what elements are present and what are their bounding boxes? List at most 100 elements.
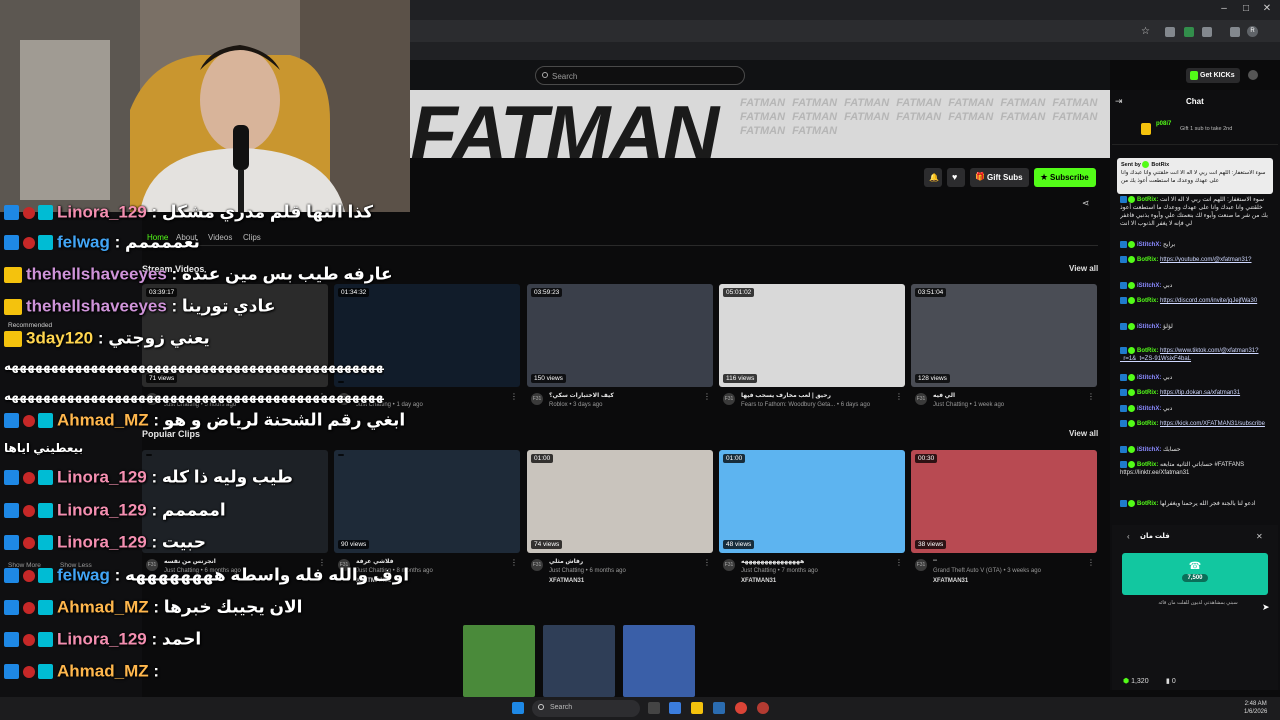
- file-explorer-icon[interactable]: [691, 702, 703, 714]
- chat-message-text[interactable]: https://discord.com/invite/jqJejfWa30: [1160, 298, 1257, 304]
- task-view-icon[interactable]: [648, 702, 660, 714]
- chat-username[interactable]: iStitchX:: [1137, 375, 1161, 381]
- sent-by-user[interactable]: BotRix: [1151, 162, 1169, 168]
- chat-username[interactable]: BotRix:: [1137, 348, 1158, 354]
- channel-avatar[interactable]: F31: [915, 393, 927, 405]
- more-options-icon[interactable]: ⋮: [1087, 392, 1095, 401]
- chat-username[interactable]: BotRix:: [1137, 390, 1158, 396]
- channel-avatar[interactable]: F31: [915, 559, 927, 571]
- category-thumbnail[interactable]: [463, 625, 535, 697]
- channel-avatar[interactable]: F31: [531, 393, 543, 405]
- tab-search-icon[interactable]: [1230, 27, 1240, 37]
- clip-card[interactable]: 01:00 48 views F31 هههههههههههههههه Just Cha…: [719, 450, 905, 591]
- chat-username[interactable]: iStitchX:: [1137, 406, 1161, 412]
- more-options-icon[interactable]: ⋮: [510, 392, 518, 401]
- clip-title[interactable]: انجرنس من نفسه: [164, 558, 314, 565]
- chat-message-text[interactable]: https://youtube.com/@xfatman31?: [1160, 257, 1251, 263]
- subscribe-button[interactable]: ★ Subscribe: [1034, 168, 1096, 187]
- chat-username[interactable]: BotRix:: [1137, 462, 1158, 468]
- get-kicks-button[interactable]: Get KICKs: [1186, 68, 1240, 83]
- clip-title[interactable]: --: [933, 558, 1083, 564]
- system-clock[interactable]: 2:48 AM 1/6/2026: [1244, 700, 1267, 716]
- extension-icon[interactable]: [1184, 27, 1194, 37]
- copilot-icon[interactable]: [669, 702, 681, 714]
- kicks-balance[interactable]: ⬢ 1,320: [1123, 677, 1149, 685]
- clip-title[interactable]: فلاشي عرفة: [356, 558, 506, 565]
- video-thumbnail[interactable]: 03:59:23 150 views: [527, 284, 713, 387]
- clip-thumbnail[interactable]: 00:30 38 views: [911, 450, 1097, 553]
- clip-card[interactable]: 00:30 38 views F31 -- Grand Theft Auto V (GT…: [911, 450, 1097, 591]
- chat-username[interactable]: BotRix:: [1137, 501, 1158, 507]
- store-icon[interactable]: [713, 702, 725, 714]
- extension-icon[interactable]: [1165, 27, 1175, 37]
- clip-thumbnail[interactable]: 01:00 48 views: [719, 450, 905, 553]
- back-icon[interactable]: ‹: [1127, 532, 1130, 541]
- chrome-icon[interactable]: [757, 702, 769, 714]
- more-options-icon[interactable]: ⋮: [703, 558, 711, 567]
- clip-channel[interactable]: XFATMAN31: [549, 578, 584, 584]
- streams-view-all-link[interactable]: View all: [1069, 264, 1098, 273]
- taskbar-search[interactable]: Search: [532, 700, 640, 717]
- chat-username[interactable]: iStitchX:: [1137, 283, 1161, 289]
- category-thumbnail[interactable]: [543, 625, 615, 697]
- video-thumbnail[interactable]: 05:01:02 116 views: [719, 284, 905, 387]
- gifter-username[interactable]: p08i7: [1156, 121, 1171, 127]
- notification-bell-button[interactable]: 🔔: [924, 168, 942, 187]
- chat-username[interactable]: iStitchX:: [1137, 324, 1161, 330]
- minimize-icon[interactable]: –: [1218, 4, 1230, 14]
- other-balance[interactable]: ▮ 0: [1166, 677, 1176, 685]
- chat-message-text[interactable]: https://tip.dokan.sa/xfatman31: [1160, 390, 1240, 396]
- share-icon[interactable]: ⋖: [1082, 198, 1090, 209]
- chat-username[interactable]: iStitchX:: [1137, 447, 1161, 453]
- search-input[interactable]: Search: [535, 66, 745, 85]
- chat-username[interactable]: iStitchX:: [1137, 242, 1161, 248]
- chat-username[interactable]: BotRix:: [1137, 257, 1158, 263]
- clip-title[interactable]: رفاش مثلي: [549, 558, 699, 565]
- close-window-icon[interactable]: ✕: [1261, 4, 1273, 14]
- clip-channel[interactable]: XFATMAN31: [933, 578, 968, 584]
- stream-video-card[interactable]: 03:59:23 150 views F31 كيف الاختبارات سكي؟ R…: [527, 284, 713, 415]
- clip-channel[interactable]: XFATMAN31: [741, 578, 776, 584]
- star-icon[interactable]: ☆: [1141, 26, 1150, 37]
- more-options-icon[interactable]: ⋮: [895, 558, 903, 567]
- close-icon[interactable]: ✕: [1256, 532, 1263, 541]
- chat-message-text[interactable]: https://kick.com/XFATMAN31/subscribe: [1160, 421, 1265, 427]
- category-thumbnail[interactable]: [623, 625, 695, 697]
- follow-button[interactable]: ♥: [947, 168, 965, 187]
- more-options-icon[interactable]: ⋮: [510, 558, 518, 567]
- video-title[interactable]: كيف الاختبارات سكي؟: [549, 392, 699, 399]
- chrome-icon[interactable]: [735, 702, 747, 714]
- clip-thumbnail[interactable]: 90 views: [334, 450, 520, 553]
- more-options-icon[interactable]: ⋮: [895, 392, 903, 401]
- video-thumbnail[interactable]: 03:51:04 128 views: [911, 284, 1097, 387]
- stream-video-card[interactable]: 05:01:02 116 views F31 رحيق | لعب مخارف يسح…: [719, 284, 905, 415]
- clip-title[interactable]: هههههههههههههههه: [741, 558, 891, 565]
- stream-video-card[interactable]: 03:51:04 128 views F31 الي فيه Just Chatting…: [911, 284, 1097, 415]
- gift-subs-button[interactable]: 🎁 Gift Subs: [970, 168, 1029, 187]
- tab-clips[interactable]: Clips: [243, 233, 261, 242]
- extensions-icon[interactable]: [1202, 27, 1212, 37]
- more-options-icon[interactable]: ⋮: [1087, 558, 1095, 567]
- profile-icon[interactable]: R: [1247, 26, 1258, 37]
- channel-avatar[interactable]: F31: [723, 393, 735, 405]
- chat-username[interactable]: BotRix:: [1137, 298, 1158, 304]
- chat-username[interactable]: BotRix:: [1137, 421, 1158, 427]
- channel-avatar[interactable]: F31: [531, 559, 543, 571]
- video-title[interactable]: رحيق | لعب مخارف يسحب فيها: [741, 392, 891, 399]
- tab-videos[interactable]: Videos: [208, 233, 232, 242]
- video-title[interactable]: الي فيه: [933, 392, 1083, 399]
- badge-icon: [1120, 461, 1127, 468]
- channel-avatar[interactable]: F31: [723, 559, 735, 571]
- clip-card[interactable]: 01:00 74 views F31 رفاش مثلي Just Chatting •…: [527, 450, 713, 591]
- user-avatar[interactable]: [1248, 70, 1258, 80]
- clip-thumbnail[interactable]: 01:00 74 views: [527, 450, 713, 553]
- chat-username[interactable]: BotRix:: [1137, 197, 1158, 203]
- clips-view-all-link[interactable]: View all: [1069, 429, 1098, 438]
- overlay-message: اوف والله فله واسطه ههههههههه: [125, 565, 410, 585]
- maximize-icon[interactable]: □: [1240, 4, 1252, 14]
- more-options-icon[interactable]: ⋮: [703, 392, 711, 401]
- collapse-chat-icon[interactable]: ⇥: [1115, 96, 1123, 107]
- send-gift-button[interactable]: ☎ 7,500: [1122, 553, 1268, 595]
- channel-banner: FATMAN FATMAN FATMAN FATMAN FATMAN FATMA…: [410, 90, 1110, 158]
- windows-start-icon[interactable]: [512, 702, 524, 714]
